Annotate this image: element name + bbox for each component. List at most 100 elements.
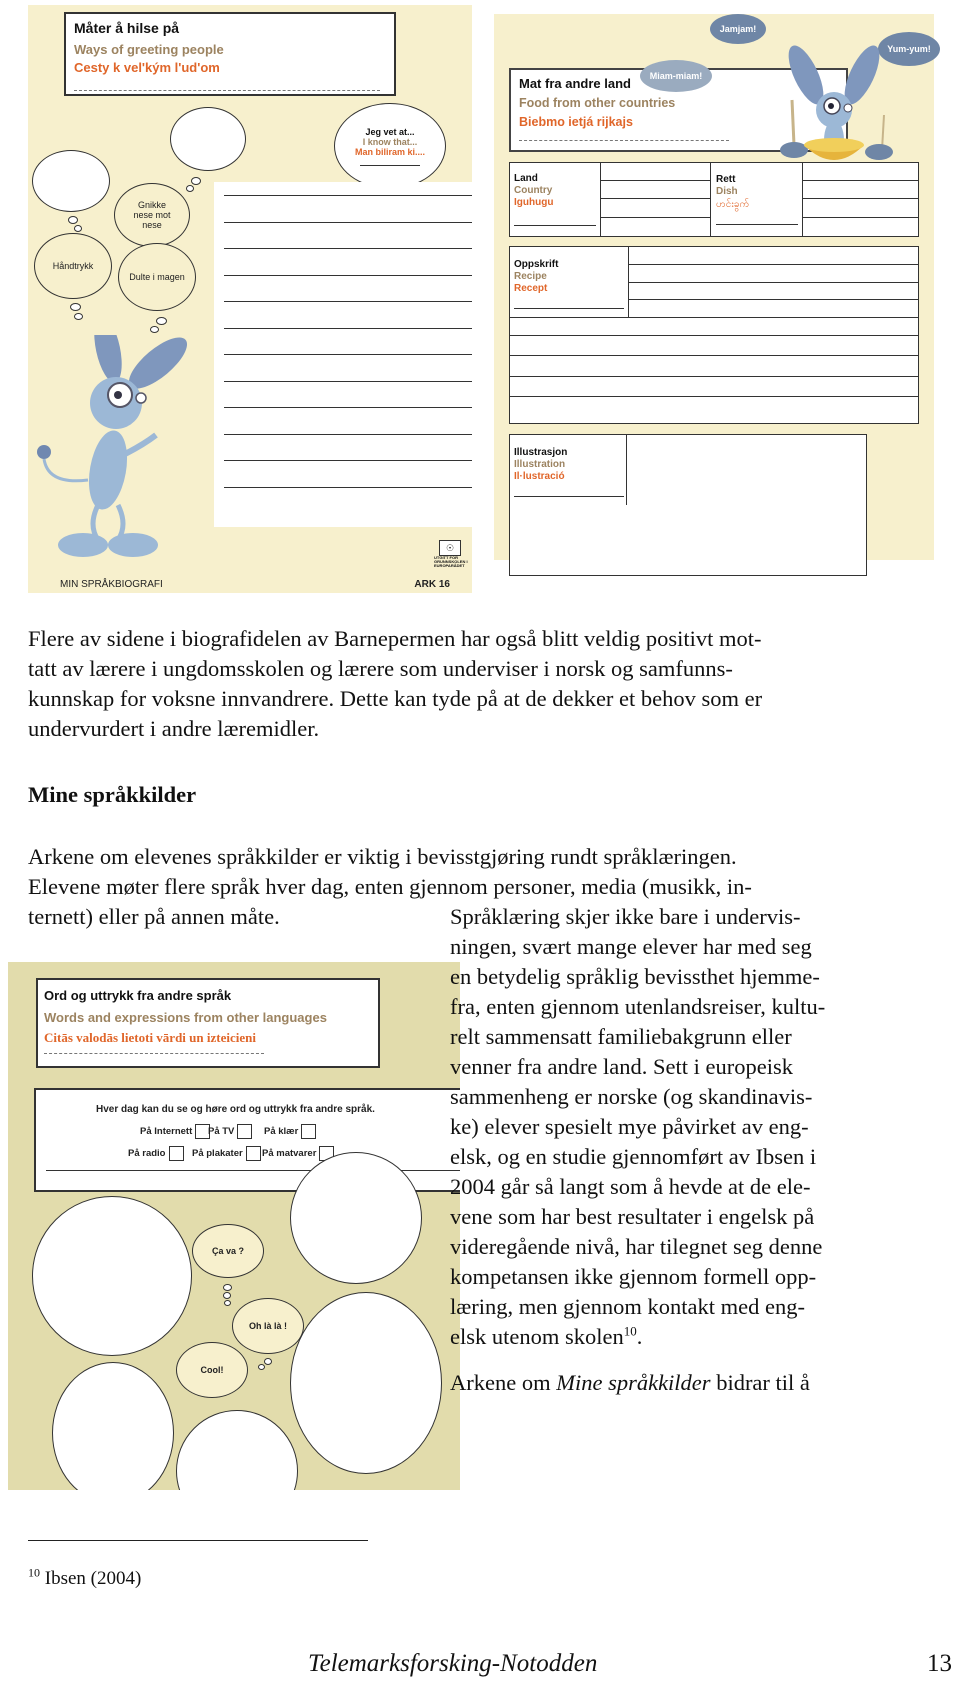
bubble-dot <box>74 313 83 320</box>
thought-bubble-empty <box>170 107 246 171</box>
thought-bubble-handshake: Håndtrykk <box>34 233 112 299</box>
footnote-separator <box>28 1540 368 1541</box>
option-label: På radio <box>128 1148 166 1159</box>
ruled-line <box>224 460 472 461</box>
option-radio: På radio <box>128 1146 184 1161</box>
option-food-products: På matvarer <box>262 1146 335 1161</box>
speech-bubble-miammiam: Miam-miam! <box>640 60 712 92</box>
dish-label-en: Dish <box>716 186 738 197</box>
checkbox-radio[interactable] <box>168 1146 184 1161</box>
worksheet-food-image: Mat fra andre land Food from other count… <box>494 14 940 576</box>
text-line: 2004 går så langt som å hevde at de ele- <box>450 1174 811 1199</box>
checkbox-clothes[interactable] <box>301 1124 317 1139</box>
bubble-dot <box>150 326 159 333</box>
grid-line <box>510 335 918 336</box>
bubble-text-nose: Gnikke nese mot nese <box>133 200 171 230</box>
text-line: Flere av sidene i biografidelen av Barne… <box>28 626 762 651</box>
country-label-other: Iguhugu <box>514 197 554 208</box>
option-label: På plakater <box>192 1148 243 1159</box>
speech-text: Miam-miam! <box>649 71 703 81</box>
text-line: ningen, svært mange elever har med seg <box>450 934 812 959</box>
eating-mascot-icon <box>780 45 893 160</box>
grid-line <box>628 282 918 283</box>
know-that-en: I know that... <box>362 136 418 147</box>
country-label-en: Country <box>514 185 553 196</box>
bubble-dot <box>70 303 81 311</box>
ruled-line <box>224 222 472 223</box>
grid-line <box>802 198 918 199</box>
dashed-line <box>74 90 380 91</box>
text-segment: Arkene om <box>450 1370 557 1395</box>
ruled-line <box>224 434 472 435</box>
page-footer-publisher: Telemarksforsking-Notodden <box>308 1650 598 1677</box>
grid-line <box>600 180 710 181</box>
dish-label-no: Rett <box>716 174 736 185</box>
text-line: ke) elever spesielt mye påvirket av eng- <box>450 1114 809 1139</box>
ruled-line <box>224 275 472 276</box>
text-segment: bidrar til å <box>710 1370 810 1395</box>
option-tv: På TV <box>208 1124 253 1139</box>
sources-title-en: Words and expressions from other languag… <box>44 1010 327 1025</box>
option-label: På Internett <box>140 1126 193 1137</box>
text-line: elsk utenom skolen10. <box>450 1322 825 1352</box>
grid-line <box>600 217 710 218</box>
ruled-line <box>224 354 472 355</box>
ruled-line <box>224 195 472 196</box>
text-line: tatt av lærere i ungdomsskolen og lærere… <box>28 656 733 681</box>
paragraph-language-learning: Språklæring skjer ikke bare i undervis- … <box>450 902 825 1352</box>
section-heading: Mine språkkilder <box>28 782 197 807</box>
large-empty-bubble <box>290 1152 422 1284</box>
bubble-dot <box>223 1284 232 1291</box>
recipe-label-other: Recept <box>514 283 548 294</box>
grid-divider <box>626 435 627 505</box>
thought-bubble-cool: Cool! <box>176 1342 248 1398</box>
greetings-title-en: Ways of greeting people <box>74 42 224 57</box>
country-dish-grid: Land Country Iguhugu Rett Dish ဟင်းခွက် <box>509 162 919 237</box>
greetings-title-no: Måter å hilse på <box>74 20 180 36</box>
bubble-dot <box>223 1292 231 1299</box>
footnote-reference[interactable]: 10 <box>624 1324 637 1339</box>
text-line: læring, men gjennom kontakt med eng- <box>450 1294 805 1319</box>
know-that-no: Jeg vet at... <box>365 126 415 137</box>
food-title-other: Biebmo ietjá rijkajs <box>519 115 633 129</box>
ruled-line <box>224 487 472 488</box>
large-empty-bubble <box>176 1410 298 1490</box>
bubble-text: Cool! <box>200 1365 224 1375</box>
worksheet-language-sources-image: Ord og uttrykk fra andre språk Words and… <box>8 962 460 1490</box>
worksheet-footer-title: MIN SPRÅKBIOGRAFI <box>60 579 163 590</box>
option-internet: På Internett <box>140 1124 211 1139</box>
illustration-box: Illustrasjon Illustration Il·lustració <box>509 434 867 576</box>
grid-line <box>802 217 918 218</box>
grid-line <box>510 355 918 356</box>
bubble-dot <box>258 1364 265 1370</box>
council-of-europe-logo: ☉ <box>439 540 461 556</box>
paragraph-continuation: Arkene om Mine språkkilder bidrar til å <box>450 1368 810 1398</box>
bubble-dot <box>68 216 78 224</box>
thought-bubble-nose: Gnikke nese mot nese <box>114 183 190 247</box>
speech-text: Jamjam! <box>719 24 757 34</box>
bubble-text-belly: Dulte i magen <box>129 272 185 282</box>
text-line: venner fra andre land. Sett i europeisk <box>450 1054 793 1079</box>
food-title-no: Mat fra andre land <box>519 76 631 91</box>
ruled-line <box>224 407 472 408</box>
paragraph-intro: Flere av sidene i biografidelen av Barne… <box>28 624 762 744</box>
writing-lines-area <box>214 182 472 527</box>
checkbox-tv[interactable] <box>237 1124 253 1139</box>
country-label-no: Land <box>514 173 538 184</box>
text-line: vene som har best resultater i engelsk p… <box>450 1204 815 1229</box>
text-line: en betydelig språklig bevissthet hjemme- <box>450 964 820 989</box>
text-line: videregående nivå, har tilegnet seg denn… <box>450 1234 823 1259</box>
sources-title-box: Ord og uttrykk fra andre språk Words and… <box>36 978 380 1068</box>
speech-bubble-jamjam: Jamjam! <box>710 14 766 44</box>
bubble-dot <box>74 225 82 232</box>
checkbox-posters[interactable] <box>245 1146 261 1161</box>
option-label: På matvarer <box>262 1148 317 1159</box>
bubble-dot <box>224 1300 231 1306</box>
grid-divider <box>600 163 601 236</box>
option-label: På klær <box>264 1126 299 1137</box>
ruled-line <box>224 328 472 329</box>
bubble-dot <box>156 317 167 325</box>
text-line: sammenheng er norske (og skandinavis- <box>450 1084 813 1109</box>
recipe-label-no: Oppskrift <box>514 259 559 270</box>
food-title-en: Food from other countries <box>519 96 676 110</box>
